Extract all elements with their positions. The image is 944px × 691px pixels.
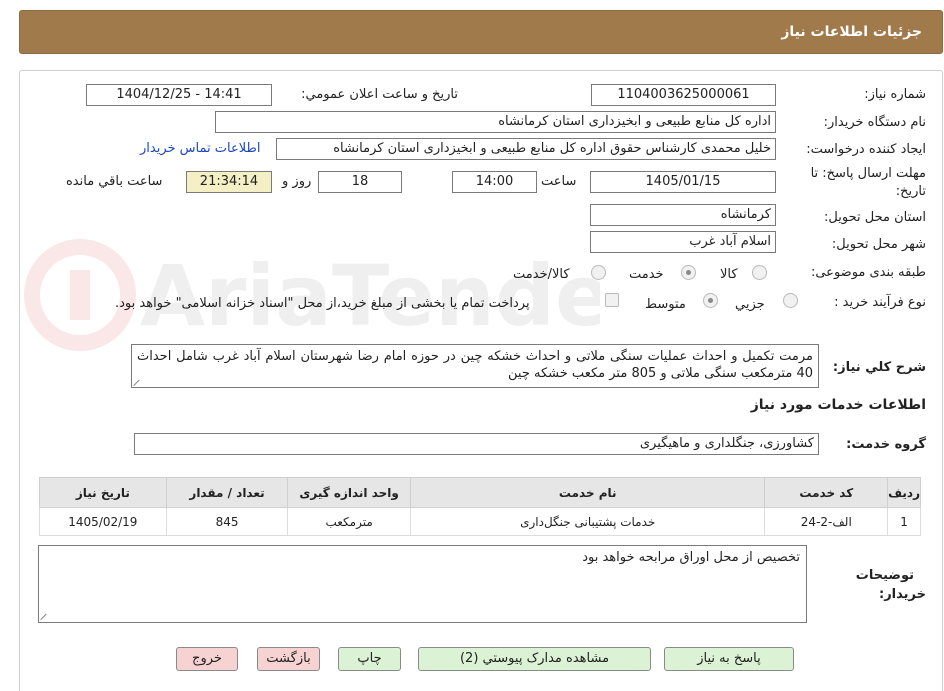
deadline-label: مهلت ارسال پاسخ: تا [810,166,926,181]
notes-resize-handle[interactable] [41,612,49,620]
exit-button[interactable]: خروج [176,647,238,671]
process-label: نوع فرآیند خرید : [834,295,926,310]
print-button[interactable]: چاپ [338,647,401,671]
deadline-date-field: 1405/01/15 [590,171,776,193]
process-medium-radio[interactable] [703,293,718,308]
process-medium-label: متوسط [645,297,686,312]
city-label: شهر محل تحویل: [831,237,926,252]
category-goods-service-radio[interactable] [591,265,606,280]
buyer-contact-link[interactable]: اطلاعات تماس خریدار [140,141,260,156]
col-quantity: تعداد / مقدار [165,477,289,508]
col-service-name: نام خدمت [409,477,766,508]
description-resize-handle[interactable] [134,378,142,386]
buyer-notes-textarea[interactable]: تخصیص از محل اوراق مرابحه خواهد بود [38,545,807,623]
category-goods-radio[interactable] [752,265,767,280]
deadline-time-label: ساعت [541,174,577,189]
view-attachments-button[interactable]: مشاهده مدارک پیوستي (2) [418,647,651,671]
remaining-time-field: 21:34:14 [186,171,272,193]
need-number-label: شماره نیاز: [864,87,926,102]
creator-label: ایجاد کننده درخواست: [806,142,926,157]
description-textarea[interactable]: مرمت تکمیل و احداث عملیات سنگی ملاتی و ا… [131,344,819,388]
buyer-org-field: اداره کل منابع طبیعی و ابخیزداری استان ک… [215,111,776,133]
col-unit: واحد اندازه گیری [287,477,411,508]
category-label: طبقه بندی موضوعی: [810,265,926,280]
table-row: 1 الف-2-24 خدمات پشتیبانی جنگل‌داری مترم… [39,507,921,536]
services-section-title: اطلاعات خدمات مورد نیاز [750,397,926,413]
category-goods-service-label: کالا/خدمت [513,267,570,282]
page-title: جزئیات اطلاعات نیاز [781,24,922,40]
col-row: ردیف [887,477,921,508]
service-group-label: گروه خدمت: [846,437,926,452]
description-label: شرح کلي نیاز: [832,360,926,375]
cell-quantity: 845 [165,507,289,536]
deadline-time-field: 14:00 [452,171,537,193]
category-goods-label: کالا [720,267,738,282]
cell-row: 1 [887,507,921,536]
cell-unit: مترمکعب [287,507,411,536]
col-need-date: تاریخ نیاز [39,477,167,508]
province-label: استان محل تحویل: [824,210,926,225]
treasury-payment-note: پرداخت تمام یا بخشی از مبلغ خرید،از محل … [115,296,530,311]
city-field: اسلام آباد غرب [590,231,776,253]
cell-need-date: 1405/02/19 [39,507,167,536]
treasury-payment-checkbox[interactable] [605,293,619,307]
services-table: ردیف کد خدمت نام خدمت واحد اندازه گیری ت… [39,477,921,536]
cell-service-name: خدمات پشتیبانی جنگل‌داری [409,507,766,536]
cell-service-code: الف-2-24 [764,507,889,536]
col-service-code: کد خدمت [764,477,889,508]
creator-field: خلیل محمدی کارشناس حقوق اداره کل منابع ط… [276,138,776,160]
category-service-radio[interactable] [681,265,696,280]
announce-label: تاریخ و ساعت اعلان عمومي: [301,87,458,102]
service-group-field: کشاورزی، جنگلداری و ماهیگیری [134,433,819,455]
category-service-label: خدمت [629,267,664,282]
process-minor-radio[interactable] [783,293,798,308]
buyer-notes-label: توضیحات [855,568,914,583]
deadline-label-date: تاریخ: [895,184,926,199]
remaining-label: ساعت باقي مانده [66,174,163,189]
announce-datetime-field: 1404/12/25 - 14:41 [86,84,272,106]
days-remaining-field: 18 [318,171,402,193]
province-field: کرمانشاه [590,204,776,226]
reply-button[interactable]: پاسخ به نیاز [664,647,794,671]
buyer-notes-label-line2: خریدار: [879,587,926,602]
page-header: جزئیات اطلاعات نیاز [19,10,943,54]
need-number-field: 1104003625000061 [591,84,776,106]
process-minor-label: جزیي [735,297,765,312]
days-label: روز و [282,174,312,189]
back-button[interactable]: بازگشت [257,647,320,671]
buyer-org-label: نام دستگاه خریدار: [823,115,926,130]
